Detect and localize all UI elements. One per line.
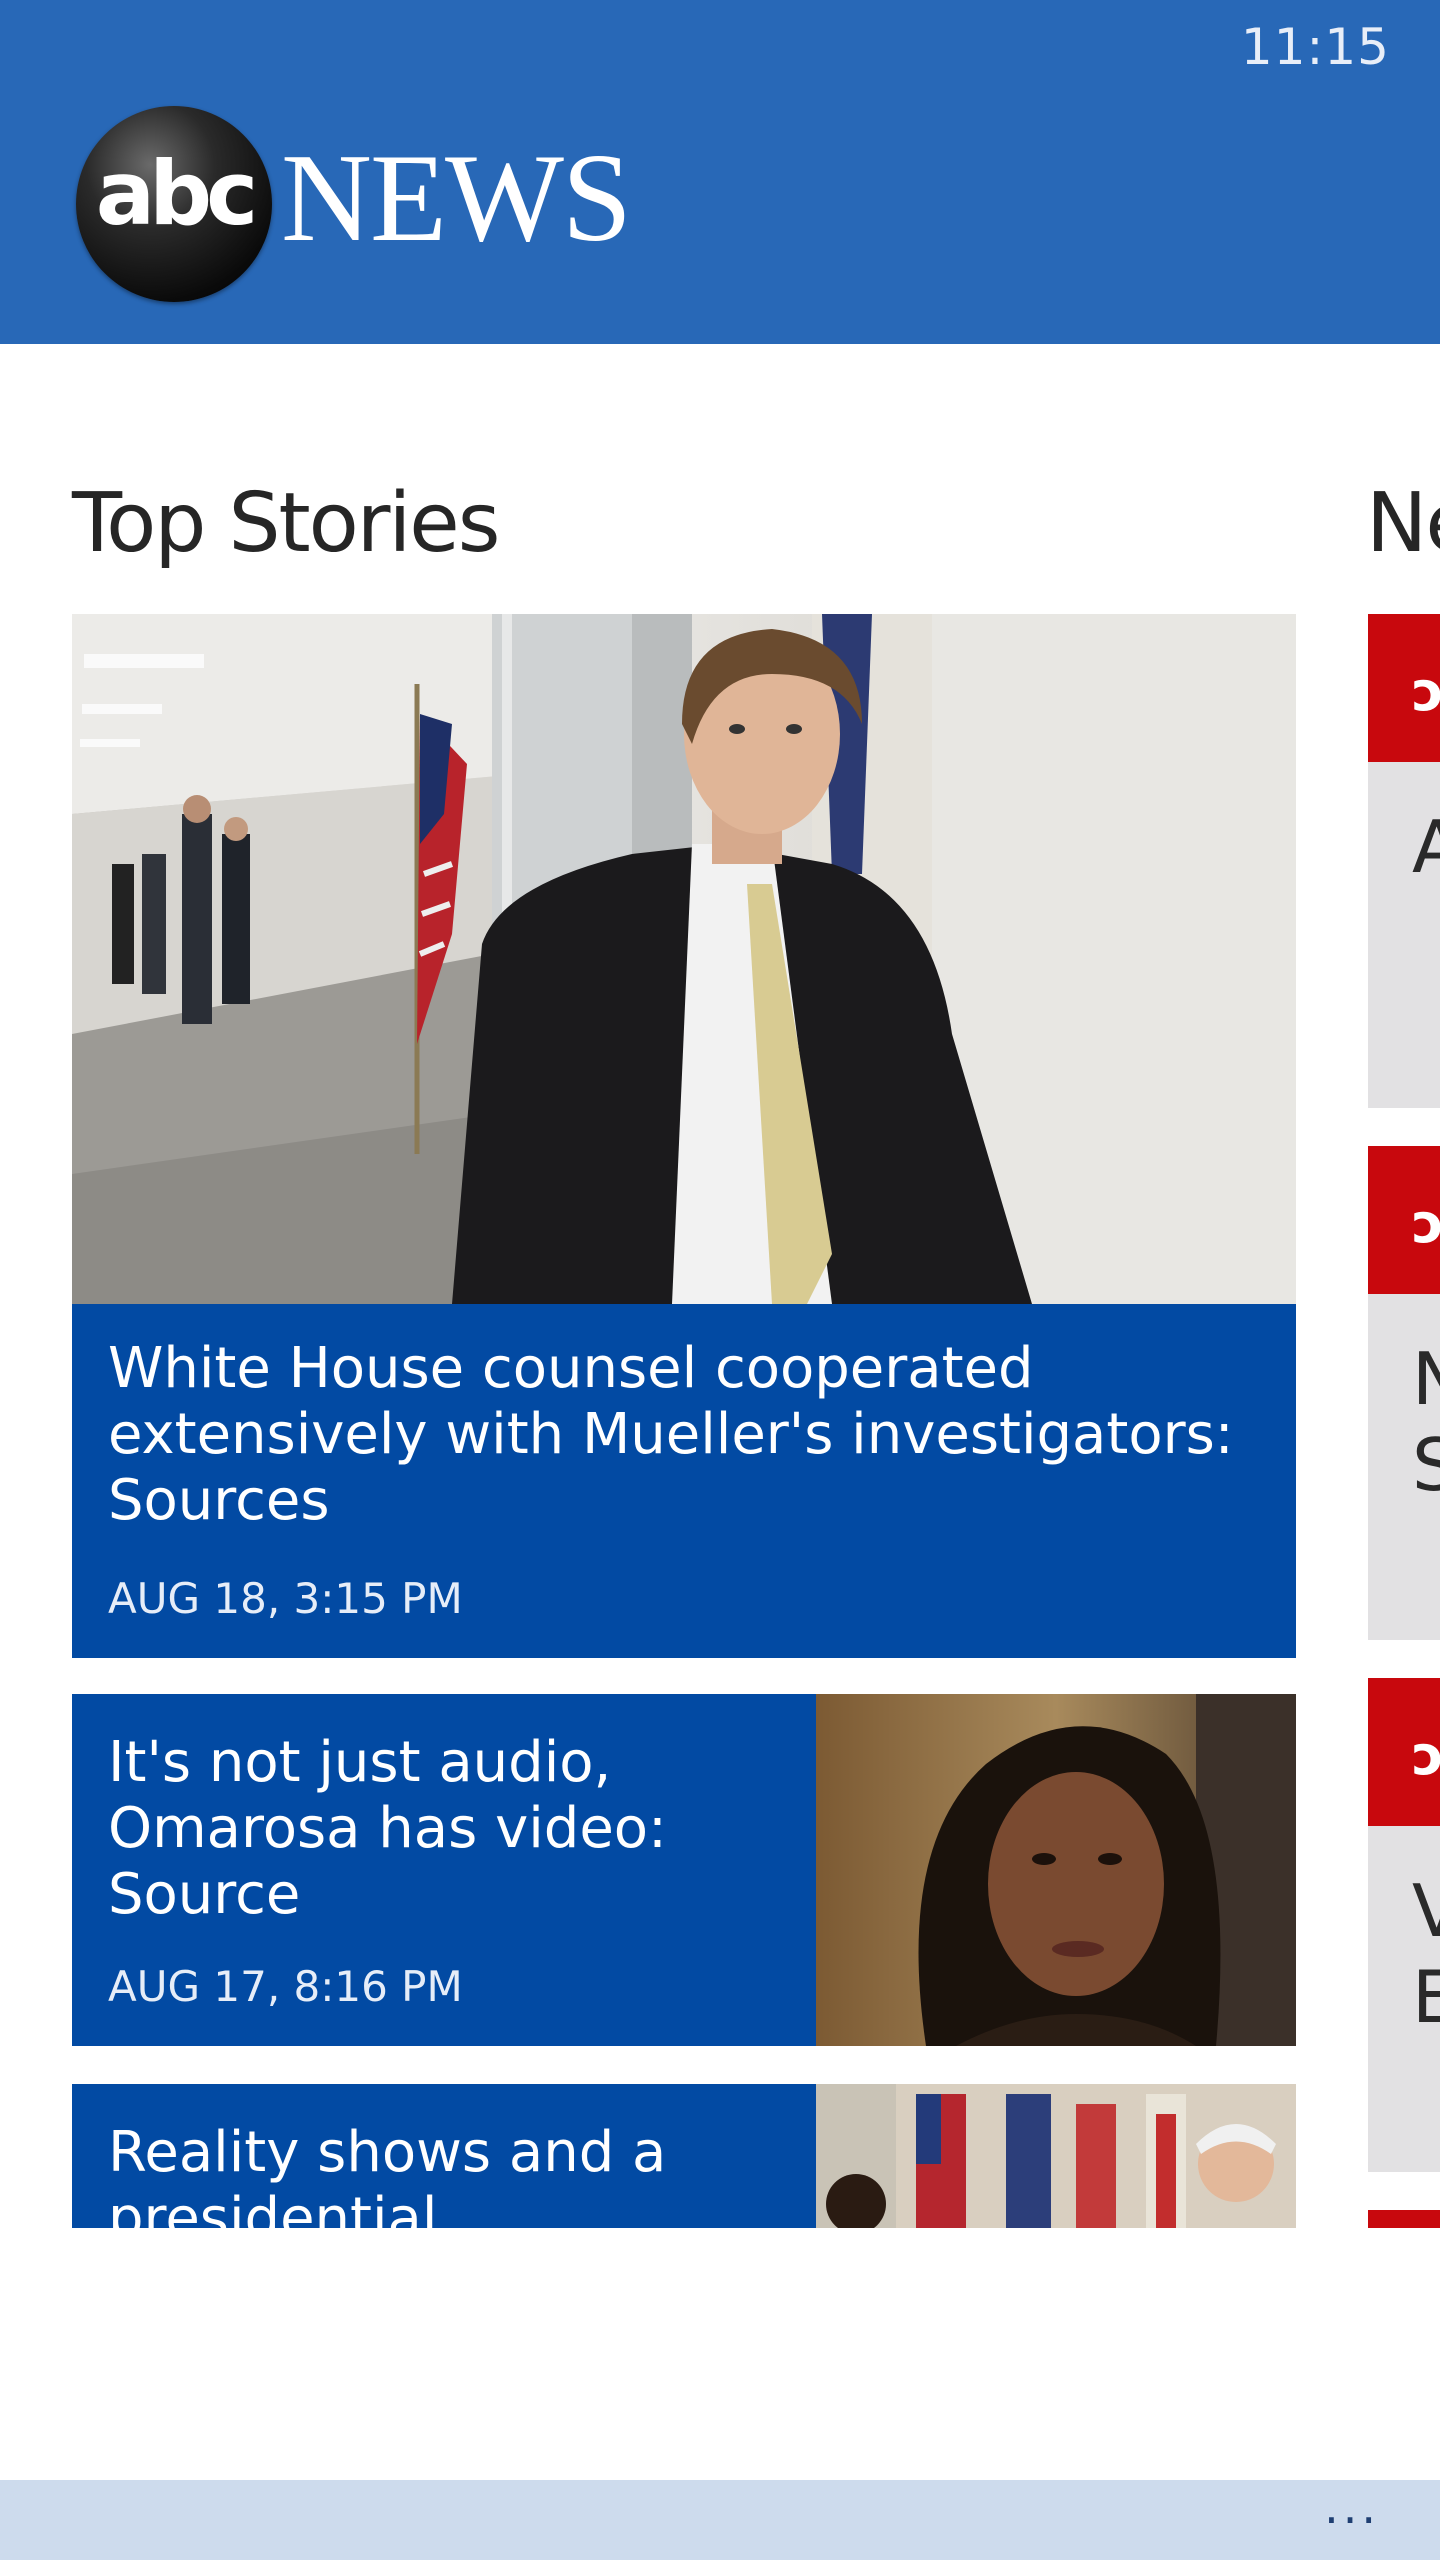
story-headline: White House counsel cooperated extensive… bbox=[108, 1336, 1234, 1533]
abc-icon: ↄ bbox=[1412, 1192, 1440, 1255]
story-photo-graphic bbox=[816, 2084, 1296, 2228]
bottom-app-bar: ... bbox=[0, 2480, 1440, 2560]
abc-icon: ↄ bbox=[1412, 1724, 1440, 1787]
more-options-button[interactable]: ... bbox=[1324, 2480, 1380, 2534]
right-story-card[interactable]: ↄ N S bbox=[1368, 1146, 1440, 1640]
section-title-top-stories[interactable]: Top Stories bbox=[72, 476, 500, 571]
story-timestamp: AUG 18, 3:15 PM bbox=[108, 1574, 463, 1623]
status-clock: 11:15 bbox=[1240, 18, 1390, 76]
abc-icon: ↄ bbox=[1412, 660, 1440, 723]
man-in-suit-hallway-photo bbox=[72, 614, 1296, 1304]
story-card[interactable]: It's not just audio, Omarosa has video: … bbox=[72, 1694, 1296, 2046]
next-section-column: ↄ A ↄ N S ↄ V E bbox=[1368, 614, 1440, 2228]
top-stories-list: White House counsel cooperated extensive… bbox=[72, 614, 1296, 2228]
story-card[interactable]: Reality shows and a presidential bbox=[72, 2084, 1296, 2228]
logo-abc-text: abc bbox=[95, 142, 259, 245]
right-card-text: V E bbox=[1412, 1869, 1440, 2039]
story-hero-card[interactable]: White House counsel cooperated extensive… bbox=[72, 614, 1296, 1658]
story-headline: It's not just audio, Omarosa has video: … bbox=[108, 1730, 667, 1927]
story-timestamp: AUG 17, 8:16 PM bbox=[108, 1962, 463, 2011]
story-photo-graphic bbox=[816, 1694, 1296, 2046]
app-header: 11:15 abc NEWS bbox=[0, 0, 1440, 344]
right-story-card[interactable]: ↄ A bbox=[1368, 614, 1440, 1108]
white-house-flags-photo bbox=[816, 2084, 1296, 2228]
logo-news-text: NEWS bbox=[281, 129, 632, 268]
hero-photo-graphic bbox=[72, 614, 1296, 1304]
section-title-next[interactable]: Ne bbox=[1366, 476, 1440, 571]
app-page: 11:15 abc NEWS Top Stories Ne bbox=[0, 0, 1440, 2560]
right-story-card[interactable] bbox=[1368, 2210, 1440, 2228]
story-headline: Reality shows and a presidential bbox=[108, 2120, 667, 2228]
omarosa-portrait-photo bbox=[816, 1694, 1296, 2046]
abc-news-logo: abc NEWS bbox=[76, 106, 636, 306]
right-story-card[interactable]: ↄ V E bbox=[1368, 1678, 1440, 2172]
right-card-text: A bbox=[1412, 805, 1440, 889]
right-card-text: N S bbox=[1412, 1337, 1440, 1507]
